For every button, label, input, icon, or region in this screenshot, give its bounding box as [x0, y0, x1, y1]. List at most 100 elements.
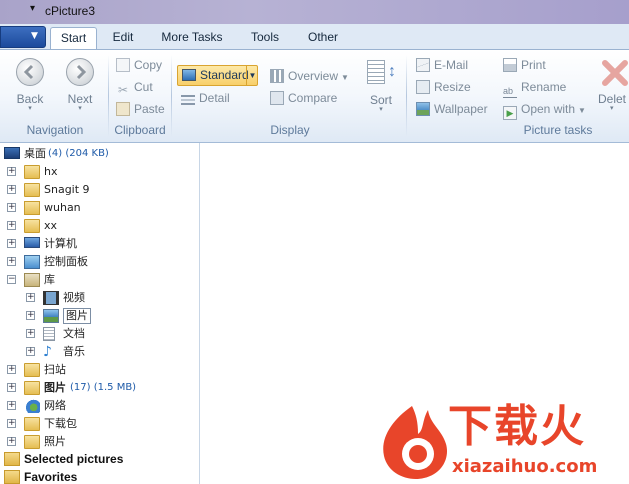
tree-item-label: 扫站 — [44, 363, 66, 376]
expand-icon[interactable]: + — [7, 437, 16, 446]
tab-more-tasks[interactable]: More Tasks — [156, 29, 228, 49]
computer-icon — [24, 237, 40, 248]
tree-item-label: xx — [44, 219, 58, 232]
tree-item-label: 照片 — [44, 435, 66, 448]
email-icon — [416, 58, 430, 72]
folder-icon — [24, 363, 40, 377]
back-label: Back — [16, 92, 44, 106]
scissors-icon: ✂ — [117, 83, 129, 97]
chevron-down-icon: ▼ — [31, 31, 38, 41]
expand-icon[interactable]: + — [7, 221, 16, 230]
standard-view-icon — [182, 69, 196, 81]
expand-icon[interactable]: + — [26, 293, 35, 302]
watermark-brand: 下载火 — [448, 401, 586, 452]
picture-tasks-group-label: Picture tasks — [523, 123, 593, 137]
quick-access-dropdown[interactable]: ▾ — [30, 3, 35, 14]
tab-start[interactable]: Start — [50, 27, 97, 50]
rename-icon: ab — [503, 84, 517, 98]
open-with-button[interactable]: ▶ Open with ▼ — [503, 100, 586, 120]
expand-icon[interactable]: + — [7, 257, 16, 266]
expand-icon[interactable]: + — [7, 401, 16, 410]
wallpaper-button[interactable]: Wallpaper — [416, 100, 488, 118]
folder-tree[interactable]: 桌面 (4) (204 KB) + hx + Snagit 9 + wuhan + xx + 计算… — [0, 143, 200, 484]
expand-icon[interactable]: + — [7, 239, 16, 248]
rename-button[interactable]: ab Rename — [503, 78, 566, 98]
copy-icon — [116, 58, 130, 72]
standard-view-button[interactable]: Standard ▼ — [177, 65, 258, 86]
folder-icon — [4, 470, 20, 484]
display-group-label: Display — [270, 123, 310, 137]
folder-icon — [24, 165, 40, 179]
print-button[interactable]: Print — [503, 56, 546, 74]
tree-item-label: 文档 — [63, 327, 85, 340]
compare-button[interactable]: Compare — [270, 89, 337, 107]
delete-label: Delet — [598, 92, 627, 106]
sort-button[interactable]: ↕ Sort ▾ — [363, 58, 399, 113]
tree-item-label: 图片 — [63, 308, 91, 324]
sort-dropdown-icon: ▾ — [379, 106, 383, 113]
cut-button[interactable]: ✂ Cut — [116, 78, 153, 97]
ribbon: Back ▾ Next ▾ Navigation Copy ✂ Cut Paste… — [0, 49, 629, 143]
tree-item-label: 控制面板 — [44, 255, 88, 268]
ribbon-tab-bar: ▼ Start Edit More Tasks Tools Other — [0, 24, 629, 50]
next-button[interactable]: Next ▾ — [62, 58, 98, 112]
tree-item-label: wuhan — [44, 201, 81, 214]
standard-dropdown-icon[interactable]: ▼ — [246, 66, 258, 85]
expand-icon[interactable]: + — [26, 329, 35, 338]
tree-item-label: 库 — [44, 273, 55, 286]
expand-icon[interactable]: + — [26, 311, 35, 320]
folder-icon — [24, 219, 40, 233]
expand-icon[interactable]: + — [7, 383, 16, 392]
email-button[interactable]: E-Mail — [416, 56, 468, 74]
next-arrow-icon — [66, 58, 94, 86]
watermark-logo: 下载火 xiazaihuo.com — [372, 400, 629, 484]
delete-button[interactable]: Delet ▾ — [598, 58, 629, 112]
tree-item-label: hx — [44, 165, 58, 178]
music-library-icon: ♪ — [43, 344, 52, 360]
tab-tools[interactable]: Tools — [244, 29, 286, 49]
navigation-group-label: Navigation — [26, 123, 84, 137]
folder-icon — [4, 452, 20, 466]
overview-dropdown-icon: ▼ — [341, 73, 349, 82]
printer-icon — [503, 58, 517, 72]
copy-button[interactable]: Copy — [116, 56, 162, 74]
tree-item-count: (17) (1.5 MB) — [70, 382, 137, 393]
open-with-icon: ▶ — [503, 106, 517, 120]
tree-item-label: 计算机 — [44, 237, 77, 250]
ribbon-separator — [108, 55, 109, 137]
network-icon — [24, 399, 40, 413]
folder-icon — [24, 381, 40, 395]
expand-icon[interactable]: + — [7, 419, 16, 428]
video-library-icon — [43, 291, 59, 305]
paste-icon — [116, 102, 130, 116]
expand-icon[interactable]: + — [26, 347, 35, 356]
tree-item-label: 图片 — [44, 381, 66, 394]
expand-icon[interactable]: + — [7, 203, 16, 212]
back-button[interactable]: Back ▾ — [12, 58, 48, 112]
tab-other[interactable]: Other — [302, 29, 344, 49]
sort-icon: ↕ — [365, 58, 397, 88]
document-library-icon — [43, 327, 55, 341]
paste-button[interactable]: Paste — [116, 100, 165, 118]
clipboard-group-label: Clipboard — [114, 123, 166, 137]
collapse-icon[interactable]: − — [7, 275, 16, 284]
application-menu-button[interactable]: ▼ — [0, 26, 46, 48]
window-title: cPicture3 — [45, 4, 96, 18]
expand-icon[interactable]: + — [7, 185, 16, 194]
next-dropdown-icon: ▾ — [78, 105, 82, 112]
resize-button[interactable]: Resize — [416, 78, 471, 96]
expand-icon[interactable]: + — [7, 365, 16, 374]
open-with-dropdown-icon: ▼ — [578, 106, 586, 115]
ribbon-separator — [171, 55, 172, 137]
next-label: Next — [67, 92, 93, 106]
delete-x-icon — [600, 58, 629, 88]
sort-label: Sort — [369, 93, 392, 107]
compare-icon — [270, 91, 284, 105]
tab-edit[interactable]: Edit — [105, 29, 141, 49]
overview-button[interactable]: Overview ▼ — [270, 67, 349, 85]
wallpaper-icon — [416, 102, 430, 116]
ribbon-separator — [406, 55, 407, 137]
tree-item-label: Snagit 9 — [44, 183, 90, 196]
detail-view-button[interactable]: Detail — [181, 89, 230, 107]
expand-icon[interactable]: + — [7, 167, 16, 176]
